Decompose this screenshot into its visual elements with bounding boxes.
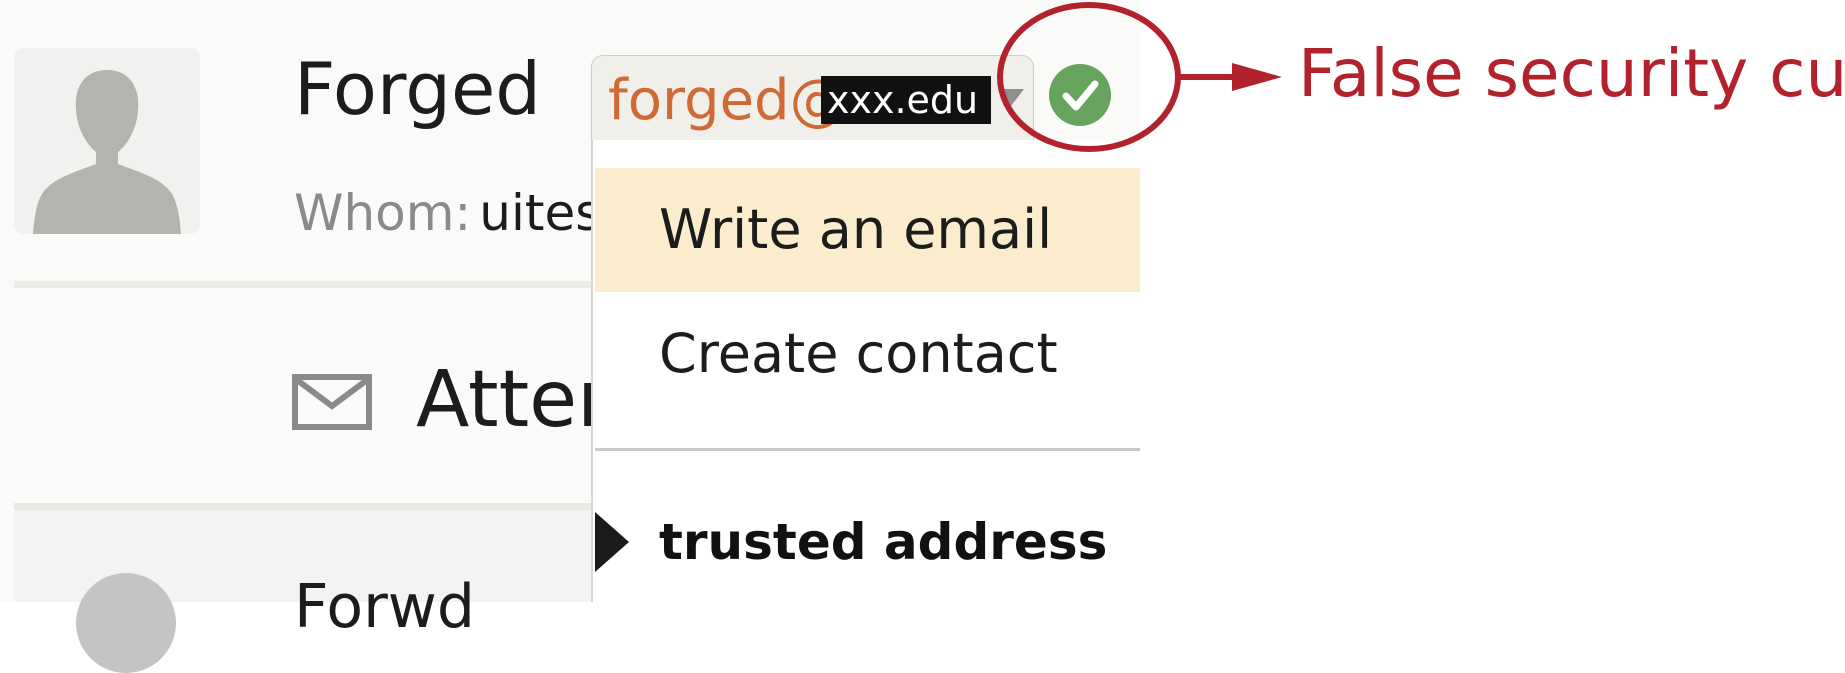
whom-label: Whom: <box>294 184 472 242</box>
attachment-section-title: Atter <box>416 355 610 445</box>
recipient-row: Whom: uites <box>294 182 601 244</box>
forward-text: Forwd <box>294 572 475 642</box>
sender-address-domain-redacted: xxx.edu <box>821 76 991 124</box>
menu-item-trusted-address[interactable]: trusted address <box>595 502 1140 582</box>
verified-check-icon <box>1049 64 1111 126</box>
info-icon <box>76 573 176 673</box>
recipient-value[interactable]: uites <box>479 184 601 242</box>
trusted-address-label: trusted address <box>659 513 1108 571</box>
avatar-placeholder-icon <box>33 70 181 234</box>
sender-address-user: forged@ <box>608 68 846 133</box>
menu-item-create-contact[interactable]: Create contact <box>595 292 1140 416</box>
mail-icon <box>292 374 372 430</box>
triangle-pointer-icon <box>595 512 629 572</box>
menu-item-write-email[interactable]: Write an email <box>595 168 1140 292</box>
annotation-arrow-head <box>1232 63 1282 91</box>
sender-address-chip[interactable]: forged@ xxx.edu <box>591 55 1034 149</box>
sender-name: Forged <box>294 47 541 131</box>
avatar[interactable] <box>14 48 200 234</box>
annotation-label: False security cue <box>1298 35 1845 112</box>
address-context-menu: Write an email Create contact trusted ad… <box>591 140 1140 602</box>
chevron-down-icon[interactable] <box>998 89 1024 107</box>
menu-separator <box>595 448 1140 451</box>
